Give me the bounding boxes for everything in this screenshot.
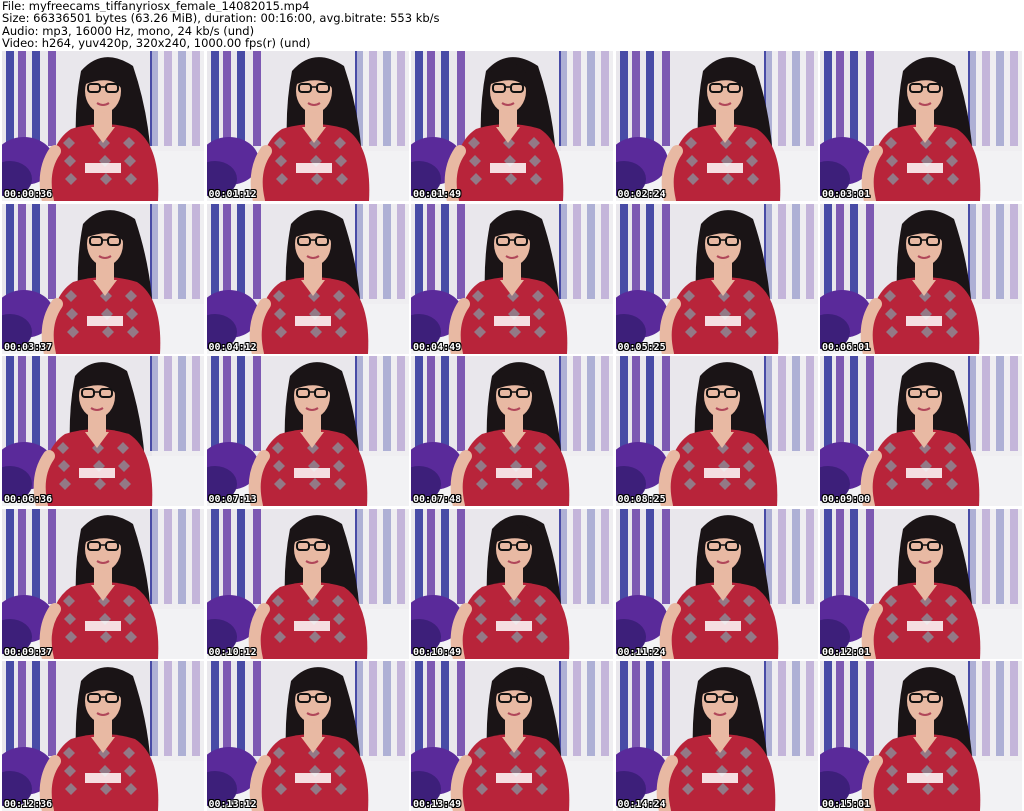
webcam-scene-image [615,51,818,201]
frame-timestamp: 00:07:48 [413,494,462,505]
frame-timestamp: 00:10:12 [208,646,257,658]
video-frame-thumbnail: 00:12:01 [820,508,1022,659]
webcam-scene-image [411,508,613,659]
frame-timestamp: 00:12:36 [4,799,53,810]
video-frame-thumbnail: 00:04:49 [411,203,613,354]
video-frame-thumbnail: 00:14:24 [615,661,818,811]
webcam-scene-image [2,356,204,506]
video-frame-thumbnail: 00:04:12 [206,203,409,354]
video-frame-thumbnail: 00:07:48 [411,356,613,506]
frame-timestamp: 00:10:49 [413,646,462,658]
video-frame-thumbnail: 00:15:01 [820,661,1022,811]
frame-timestamp: 00:07:13 [208,494,257,505]
frame-timestamp: 00:13:49 [413,799,462,810]
webcam-scene-image [411,51,613,201]
webcam-scene-image [206,661,409,811]
video-frame-thumbnail: 00:09:37 [2,508,204,659]
video-frame-thumbnail: 00:06:36 [2,356,204,506]
video-frame-thumbnail: 00:03:37 [2,203,204,354]
video-frame-thumbnail: 00:02:24 [615,51,818,201]
video-frame-thumbnail: 00:12:36 [2,661,204,811]
frame-timestamp: 00:04:49 [413,341,462,353]
webcam-scene-image [206,203,409,354]
webcam-scene-image [206,508,409,659]
frame-timestamp: 00:09:00 [822,494,871,505]
frame-timestamp: 00:13:12 [208,799,257,810]
video-frame-thumbnail: 00:00:36 [2,51,204,201]
frame-timestamp: 00:02:24 [617,189,666,200]
frame-timestamp: 00:05:25 [617,341,666,353]
webcam-scene-image [411,356,613,506]
frame-timestamp: 00:03:01 [822,189,871,200]
frame-timestamp: 00:04:12 [208,341,257,353]
frame-timestamp: 00:14:24 [617,799,666,810]
webcam-scene-image [2,508,204,659]
video-frame-thumbnail: 00:01:12 [206,51,409,201]
thumbnail-grid: 00:00:36 00:01:12 00:01:49 00:02:24 00:03:01… [2,51,1022,811]
frame-timestamp: 00:08:25 [617,494,666,505]
frame-timestamp: 00:09:37 [4,646,53,658]
webcam-scene-image [206,51,409,201]
webcam-scene-image [615,508,818,659]
video-frame-thumbnail: 00:08:25 [615,356,818,506]
frame-timestamp: 00:00:36 [4,189,53,200]
frame-timestamp: 00:12:01 [822,646,871,658]
frame-timestamp: 00:01:12 [208,189,257,200]
webcam-scene-image [206,356,409,506]
frame-timestamp: 00:15:01 [822,799,871,810]
file-info-header: File: myfreecams_tiffanyriosx_female_140… [2,0,1022,50]
video-frame-thumbnail: 00:03:01 [820,51,1022,201]
video-frame-thumbnail: 00:01:49 [411,51,613,201]
file-size-line: Size: 66336501 bytes (63.26 MiB), durati… [2,12,440,25]
video-frame-thumbnail: 00:06:01 [820,203,1022,354]
audio-info-line: Audio: mp3, 16000 Hz, mono, 24 kb/s (und… [2,24,255,38]
webcam-scene-image [820,203,1022,354]
webcam-scene-image [2,661,204,811]
webcam-scene-image [2,203,204,354]
frame-timestamp: 00:06:01 [822,341,871,353]
webcam-scene-image [820,356,1022,506]
video-frame-thumbnail: 00:10:49 [411,508,613,659]
webcam-scene-image [411,203,613,354]
frame-timestamp: 00:06:36 [4,494,53,505]
webcam-scene-image [411,661,613,811]
video-frame-thumbnail: 00:05:25 [615,203,818,354]
webcam-scene-image [820,508,1022,659]
frame-timestamp: 00:11:24 [617,646,666,658]
video-frame-thumbnail: 00:10:12 [206,508,409,659]
webcam-scene-image [820,661,1022,811]
webcam-scene-image [615,356,818,506]
video-frame-thumbnail: 00:13:12 [206,661,409,811]
frame-timestamp: 00:01:49 [413,189,462,200]
webcam-scene-image [2,51,204,201]
video-frame-thumbnail: 00:09:00 [820,356,1022,506]
video-frame-thumbnail: 00:07:13 [206,356,409,506]
video-frame-thumbnail: 00:13:49 [411,661,613,811]
video-frame-thumbnail: 00:11:24 [615,508,818,659]
webcam-scene-image [615,203,818,354]
frame-timestamp: 00:03:37 [4,341,53,353]
video-info-line: Video: h264, yuv420p, 320x240, 1000.00 f… [2,37,311,50]
webcam-scene-image [820,51,1022,201]
webcam-scene-image [615,661,818,811]
file-name-line: File: myfreecams_tiffanyriosx_female_140… [2,0,310,13]
